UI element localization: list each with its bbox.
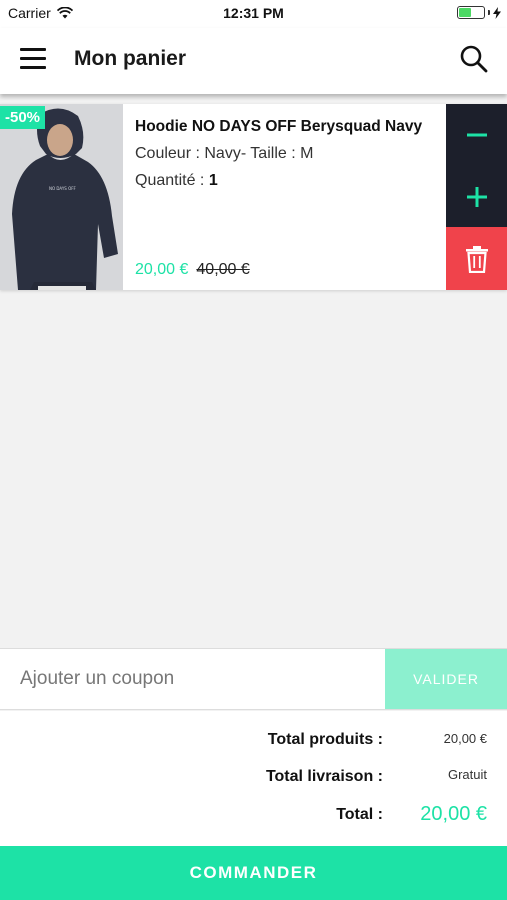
products-total-value: 20,00 € <box>443 731 487 746</box>
minus-icon <box>466 133 487 137</box>
shipping-total-label: Total livraison : <box>265 768 383 785</box>
status-bar: Carrier 12:31 PM <box>0 0 507 28</box>
discount-badge: -50% <box>0 106 46 129</box>
trash-icon <box>465 245 488 273</box>
increase-quantity-button[interactable] <box>446 166 507 227</box>
old-price: 40,00 € <box>196 261 250 278</box>
cart-item: NO DAYS OFF -50% Hoodie NO DAYS OFF Bery… <box>0 104 507 290</box>
order-totals: Total produits : 20,00 € Total livraison… <box>0 711 507 847</box>
status-time: 12:31 PM <box>223 5 284 21</box>
price-row: 20,00 € 40,00 € <box>135 261 250 279</box>
shipping-total-value: Gratuit <box>447 767 487 782</box>
svg-text:NO DAYS OFF: NO DAYS OFF <box>49 186 77 191</box>
coupon-section: VALIDER <box>0 648 507 710</box>
checkout-button[interactable]: COMMANDER <box>0 846 507 900</box>
quantity-value: 1 <box>208 172 218 189</box>
decrease-quantity-button[interactable] <box>446 104 507 166</box>
product-quantity: Quantité : 1 <box>135 172 218 190</box>
battery-cap <box>488 10 490 15</box>
app-header: Mon panier <box>0 28 507 94</box>
menu-icon[interactable] <box>20 48 46 70</box>
grand-total-value: 20,00 € <box>420 803 487 825</box>
product-variant: Couleur : Navy- Taille : M <box>135 145 314 162</box>
validate-coupon-button[interactable]: VALIDER <box>385 649 507 709</box>
battery-icon <box>457 6 485 19</box>
plus-icon <box>466 186 487 207</box>
quantity-label: Quantité : <box>135 172 205 189</box>
product-image[interactable]: NO DAYS OFF -50% <box>0 104 123 290</box>
hoodie-illustration: NO DAYS OFF <box>0 104 123 290</box>
product-name[interactable]: Hoodie NO DAYS OFF Berysquad Navy <box>135 118 422 136</box>
search-icon[interactable] <box>459 44 489 74</box>
current-price: 20,00 € <box>135 261 189 278</box>
remove-item-button[interactable] <box>446 227 507 290</box>
item-actions <box>446 104 507 290</box>
page-title: Mon panier <box>74 47 187 70</box>
status-right <box>457 6 501 19</box>
charging-icon <box>493 6 501 19</box>
grand-total-label: Total : <box>336 806 383 823</box>
products-total-label: Total produits : <box>267 731 383 748</box>
coupon-input[interactable] <box>0 649 385 709</box>
